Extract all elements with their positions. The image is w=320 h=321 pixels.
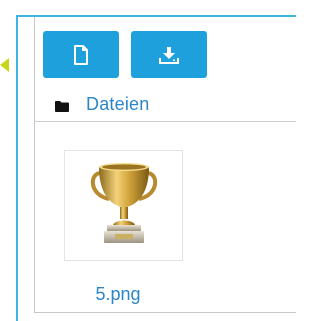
new-file-button[interactable] (43, 31, 119, 78)
trophy-image (87, 159, 161, 254)
breadcrumb-folder-link[interactable]: Dateien (86, 94, 149, 115)
toolbar-divider (35, 121, 296, 122)
file-thumbnail[interactable] (64, 150, 183, 261)
upload-button[interactable] (131, 31, 207, 78)
breadcrumb: Dateien (55, 93, 149, 115)
folder-icon (55, 99, 69, 112)
download-icon (159, 46, 179, 64)
file-manager-window: Dateien 5.png (0, 0, 296, 321)
file-name-link[interactable]: 5.png (64, 284, 172, 305)
cursor-arrow-icon (0, 58, 9, 72)
file-icon (73, 44, 89, 65)
